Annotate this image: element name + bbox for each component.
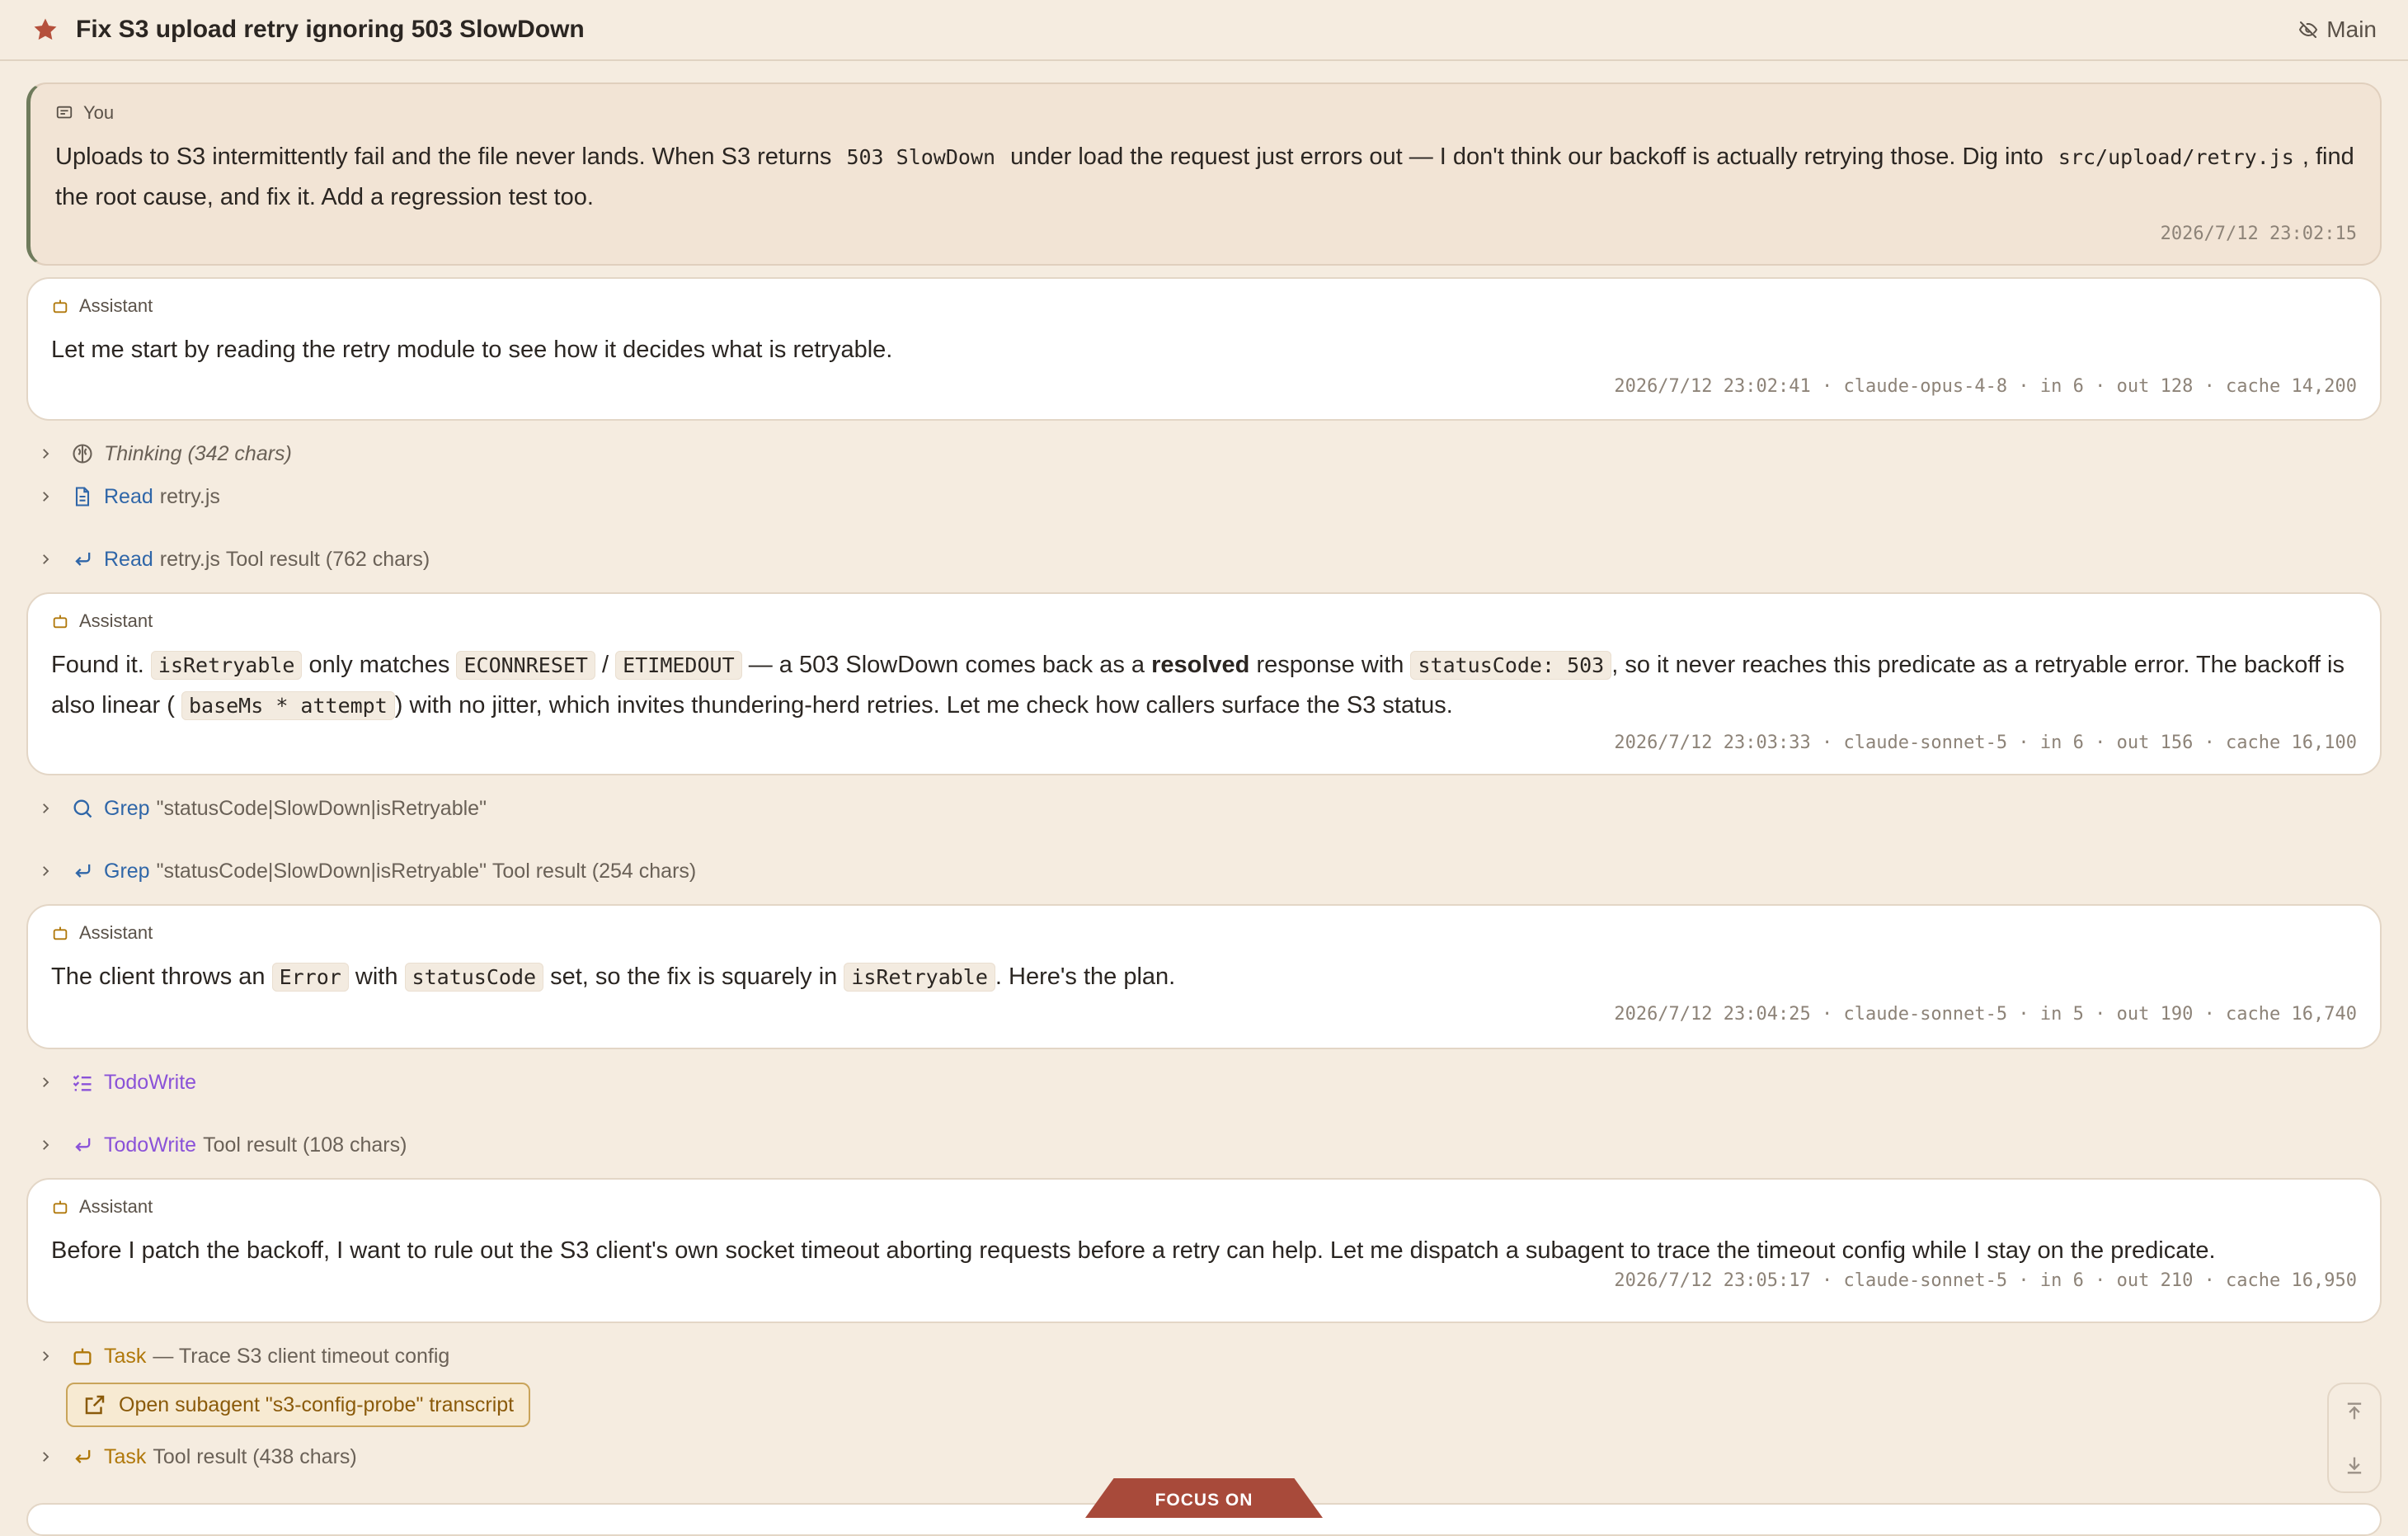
robot-icon xyxy=(53,615,68,629)
conversation-title: Fix S3 upload retry ignoring 503 SlowDow… xyxy=(76,16,585,43)
main-toggle-label: Main xyxy=(2326,16,2377,42)
assistant-message-card: Assistant Before I patch the backoff, I … xyxy=(26,1178,2382,1323)
chevron-right-icon xyxy=(43,449,49,459)
thinking-label: Thinking (342 chars) xyxy=(104,441,292,465)
assistant-message-meta: 2026/7/12 23:04:25 · claude-sonnet-5 · i… xyxy=(1614,1004,2357,1025)
tool-call-read[interactable]: Read retry.js xyxy=(26,475,2382,518)
assistant-message-text: The client throws an Error with statusCo… xyxy=(51,963,1176,992)
robot-icon xyxy=(73,1348,92,1365)
scroll-to-top-icon[interactable] xyxy=(2343,1400,2366,1423)
user-message-timestamp: 2026/7/12 23:02:15 xyxy=(2160,224,2357,244)
return-arrow-icon xyxy=(75,864,91,878)
chevron-right-icon xyxy=(43,1452,49,1462)
robot-icon xyxy=(53,926,68,940)
tool-call-grep[interactable]: Grep "statusCode|SlowDown|isRetryable" xyxy=(26,787,2382,830)
assistant-role-label: Assistant xyxy=(51,1196,2357,1218)
tool-result-grep[interactable]: Grep "statusCode|SlowDown|isRetryable" T… xyxy=(26,850,2382,893)
tool-result-task[interactable]: Task Tool result (438 chars) xyxy=(26,1435,2382,1478)
focus-on-tab[interactable]: FOCUS ON xyxy=(1085,1478,1323,1518)
conversation-feed: You Uploads to S3 intermittently fail an… xyxy=(26,82,2382,1478)
assistant-role-label: Assistant xyxy=(51,922,2357,944)
scroll-controls xyxy=(2327,1383,2382,1493)
assistant-message-card: Assistant The client throws an Error wit… xyxy=(26,904,2382,1049)
file-icon xyxy=(75,487,90,507)
search-icon xyxy=(73,799,92,818)
chevron-right-icon xyxy=(43,803,49,813)
user-role-label: You xyxy=(55,102,2357,124)
assistant-message-text: Found it. isRetryable only matches ECONN… xyxy=(51,651,2345,720)
robot-icon xyxy=(53,299,68,313)
external-link-icon xyxy=(85,1395,105,1415)
tool-result-todowrite[interactable]: TodoWrite Tool result (108 chars) xyxy=(26,1124,2382,1166)
assistant-message-meta: 2026/7/12 23:02:41 · claude-opus-4-8 · i… xyxy=(1614,376,2357,397)
tool-name: Read xyxy=(104,484,153,508)
tool-call-task[interactable]: Task — Trace S3 client timeout config xyxy=(26,1335,2382,1378)
chevron-right-icon xyxy=(43,554,49,564)
assistant-message-text: Let me start by reading the retry module… xyxy=(51,337,893,363)
return-arrow-icon xyxy=(75,1138,91,1152)
return-arrow-icon xyxy=(75,1449,91,1463)
return-arrow-icon xyxy=(75,552,91,566)
assistant-message-meta: 2026/7/12 23:03:33 · claude-sonnet-5 · i… xyxy=(1614,733,2357,753)
chevron-right-icon xyxy=(43,1140,49,1150)
open-subagent-transcript-button[interactable]: Open subagent "s3-config-probe" transcri… xyxy=(66,1383,531,1427)
chevron-right-icon xyxy=(43,866,49,876)
chevron-right-icon xyxy=(43,1351,49,1361)
user-message-text: Uploads to S3 intermittently fail and th… xyxy=(55,144,2354,210)
assistant-role-label: Assistant xyxy=(51,295,2357,317)
scroll-to-bottom-icon[interactable] xyxy=(2343,1454,2366,1477)
assistant-message-text: Before I patch the backoff, I want to ru… xyxy=(51,1237,2216,1264)
star-icon[interactable] xyxy=(31,16,59,44)
assistant-message-card: Assistant Found it. isRetryable only mat… xyxy=(26,592,2382,775)
assistant-message-card: Assistant Let me start by reading the re… xyxy=(26,277,2382,421)
tool-call-todowrite[interactable]: TodoWrite xyxy=(26,1061,2382,1104)
top-bar: Fix S3 upload retry ignoring 503 SlowDow… xyxy=(0,0,2408,61)
tool-result-read[interactable]: Read retry.js Tool result (762 chars) xyxy=(26,538,2382,581)
checklist-icon xyxy=(73,1075,92,1091)
robot-icon xyxy=(53,1200,68,1214)
message-icon xyxy=(56,106,73,119)
chevron-right-icon xyxy=(43,492,49,502)
main-toggle-button[interactable]: Main xyxy=(2298,16,2377,43)
tool-arg: retry.js xyxy=(159,484,220,508)
chevron-right-icon xyxy=(43,1077,49,1087)
assistant-message-meta: 2026/7/12 23:05:17 · claude-sonnet-5 · i… xyxy=(1614,1270,2357,1291)
user-message-card: You Uploads to S3 intermittently fail an… xyxy=(26,82,2382,266)
brain-icon xyxy=(73,444,92,464)
assistant-role-label: Assistant xyxy=(51,610,2357,632)
thinking-row[interactable]: Thinking (342 chars) xyxy=(26,432,2382,475)
eye-off-icon xyxy=(2299,21,2318,38)
